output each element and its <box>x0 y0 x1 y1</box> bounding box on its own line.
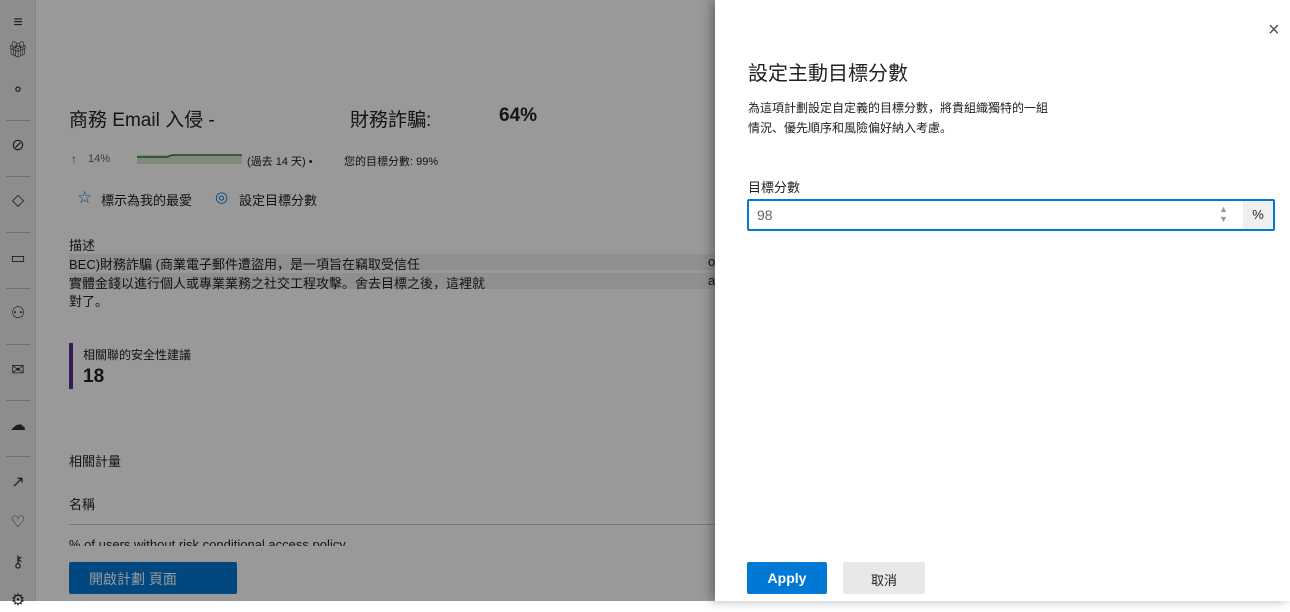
spinner-icon[interactable]: ▲ ▼ <box>1219 204 1228 224</box>
panel-title: 設定主動目標分數 <box>748 63 908 85</box>
target-score-input[interactable]: 98 ▲ ▼ % <box>747 199 1275 231</box>
panel-description-line: 為這項計劃設定自定義的目標分數，將貴組織獨特的一組 <box>748 101 1049 115</box>
close-icon[interactable]: × <box>1268 20 1280 40</box>
unit-suffix: % <box>1243 201 1273 229</box>
panel-description-line: 情況、優先順序和風險偏好納入考慮。 <box>748 121 953 135</box>
modal-overlay[interactable] <box>0 0 715 601</box>
target-score-value[interactable]: 98 <box>757 207 773 223</box>
set-target-score-panel: × 設定主動目標分數 為這項計劃設定自定義的目標分數，將貴組織獨特的一組 情況、… <box>715 0 1290 601</box>
cancel-button[interactable]: 取消 <box>843 562 925 594</box>
apply-button[interactable]: Apply <box>747 562 827 594</box>
field-label: 目標分數 <box>748 180 801 195</box>
